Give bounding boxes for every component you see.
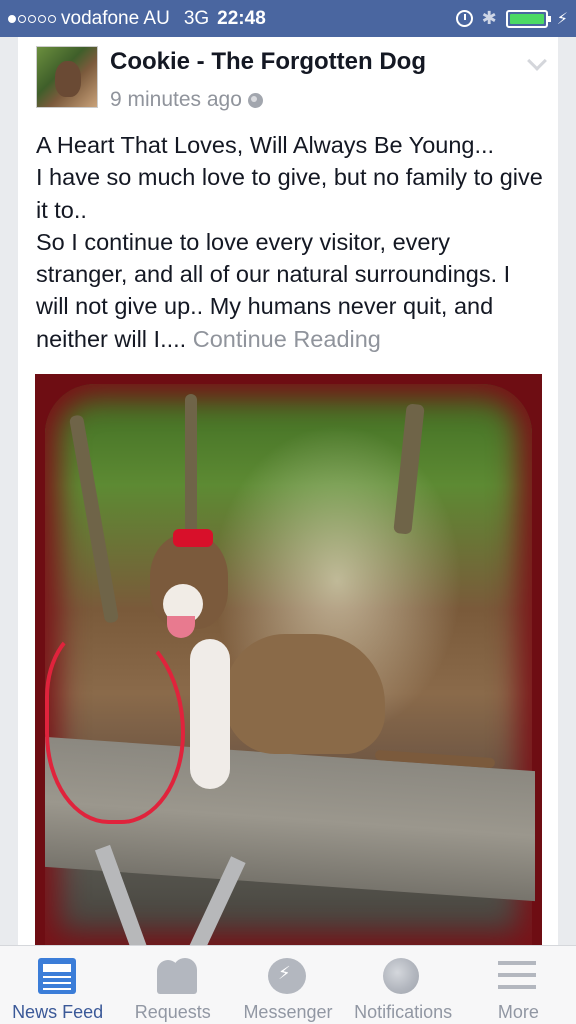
signal-dot (28, 14, 36, 23)
alarm-icon (455, 10, 473, 27)
red-bow (173, 529, 213, 547)
signal-dot (18, 14, 26, 23)
tree-trunk (393, 403, 425, 535)
battery-icon (505, 9, 551, 28)
avatar[interactable] (36, 46, 98, 108)
post-meta: 9 minutes ago (110, 88, 263, 112)
post-card: Cookie - The Forgotten Dog 9 minutes ago… (18, 37, 558, 947)
tab-label: More (497, 1002, 539, 1022)
dog-tongue (167, 616, 195, 638)
post-text-line: A Heart That Loves, Will Always Be Young… (36, 132, 495, 158)
newsfeed-icon (37, 958, 78, 994)
tab-label: News Feed (12, 1002, 104, 1022)
notifications-icon (383, 958, 423, 994)
tab-news-feed[interactable]: News Feed (0, 946, 115, 1024)
status-icons: ✱ ⚡ (455, 8, 568, 29)
dog-photo-image (45, 384, 535, 947)
tab-more[interactable]: More (461, 946, 576, 1024)
charging-icon: ⚡ (556, 10, 568, 28)
carrier-name: vodafone AU (61, 7, 170, 29)
post-text-line: So I continue to love every visitor, eve… (36, 226, 546, 355)
post-timestamp[interactable]: 9 minutes ago (110, 88, 242, 112)
signal-dot (8, 14, 16, 23)
bluetooth-icon: ✱ (481, 8, 497, 28)
tab-label: Requests (134, 1002, 211, 1022)
more-icon (498, 958, 538, 994)
dog-chest (190, 639, 230, 789)
author-name[interactable]: Cookie - The Forgotten Dog (110, 48, 426, 76)
signal-strength-icon (8, 14, 56, 23)
battery-level (509, 13, 544, 24)
red-leash (45, 624, 185, 824)
post-photo[interactable] (35, 374, 542, 947)
tab-bar: News Feed Requests Messenger Notificatio… (0, 945, 576, 1024)
signal-dot (38, 14, 46, 23)
continue-reading-link[interactable]: Continue Reading (193, 326, 381, 352)
tree-trunk (68, 414, 120, 624)
status-bar: vodafone AU 3G 22:48 ✱ ⚡ (0, 0, 576, 37)
tab-notifications[interactable]: Notifications (346, 946, 461, 1024)
post-text-line: I have so much love to give, but no fami… (36, 164, 543, 223)
tab-label: Messenger (243, 1002, 333, 1022)
signal-dot (48, 14, 56, 23)
post-header: Cookie - The Forgotten Dog 9 minutes ago (36, 46, 547, 112)
tab-requests[interactable]: Requests (115, 946, 230, 1024)
tree-trunk (185, 394, 197, 534)
requests-icon (153, 958, 197, 994)
network-type: 3G (183, 7, 210, 29)
chevron-down-icon[interactable] (527, 51, 547, 71)
tab-label: Notifications (354, 1002, 453, 1022)
tab-messenger[interactable]: Messenger (230, 946, 345, 1024)
messenger-icon (267, 958, 308, 994)
dog-body (225, 634, 385, 754)
post-text: A Heart That Loves, Will Always Be Young… (36, 129, 546, 355)
clock: 22:48 (217, 7, 266, 29)
globe-icon (247, 92, 263, 108)
